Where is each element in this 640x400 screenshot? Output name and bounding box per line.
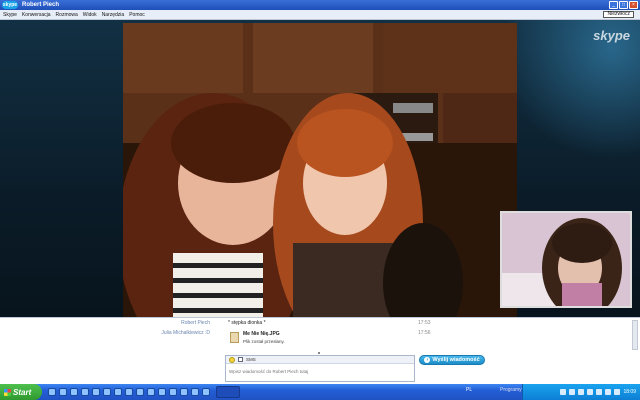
language-indicator[interactable]: PL — [466, 387, 472, 393]
clock[interactable]: 18:09 — [623, 389, 636, 395]
remote-video-feed[interactable] — [123, 23, 517, 317]
menu-bar: Skype Konwersacja Rozmowa Widok Narzędzi… — [0, 10, 640, 20]
system-tray: 18:09 — [522, 384, 640, 400]
video-call-area: skype — [0, 20, 640, 317]
compose-toolbar: SMS — [226, 356, 414, 364]
message-sender: Robert Piech — [181, 320, 210, 326]
quick-launch-icon[interactable] — [59, 388, 67, 396]
self-video-image — [502, 213, 630, 306]
send-icon: › — [424, 357, 431, 363]
chat-message: Julia Michalkiewicz :D 17:56 — [0, 330, 630, 339]
quick-launch-icon[interactable] — [158, 388, 166, 396]
quick-launch-icon[interactable] — [202, 388, 210, 396]
skype-watermark-logo: skype — [593, 28, 630, 43]
sms-label: SMS — [246, 357, 256, 362]
message-time: 17:53 — [418, 320, 431, 326]
quick-launch-icon[interactable] — [169, 388, 177, 396]
message-input[interactable] — [229, 367, 409, 375]
quick-launch-icon[interactable] — [136, 388, 144, 396]
skype-logo-icon: skype — [2, 1, 18, 9]
panel-resize-handle[interactable] — [318, 352, 320, 354]
quick-launch-icon[interactable] — [92, 388, 100, 396]
menu-skype[interactable]: Skype — [3, 12, 17, 18]
quick-launch-icon[interactable] — [48, 388, 56, 396]
sms-checkbox[interactable] — [238, 357, 243, 362]
minimize-icon[interactable]: _ — [609, 1, 618, 9]
file-name-link[interactable]: Me Nie Nię.JPG — [243, 331, 280, 337]
menu-narzedzia[interactable]: Narzędzia — [102, 12, 125, 18]
menu-rozmowa[interactable]: Rozmowa — [56, 12, 78, 18]
chat-message: Robert Piech * stępka dionka * 17:53 — [0, 320, 630, 329]
tray-icon[interactable] — [578, 389, 585, 395]
start-label: Start — [13, 387, 32, 397]
taskbar-window-button[interactable] — [216, 386, 240, 398]
send-message-button[interactable]: › Wyślij wiadomość — [419, 355, 485, 365]
window-controls: _ □ × — [609, 1, 638, 9]
message-text: * stępka dionka * — [228, 320, 266, 326]
quick-launch-icon[interactable] — [191, 388, 199, 396]
tray-icon[interactable] — [596, 389, 603, 395]
message-time: 17:56 — [418, 330, 431, 336]
emoticon-icon[interactable] — [229, 356, 235, 363]
quick-launch-icon[interactable] — [125, 388, 133, 396]
message-sender: Julia Michalkiewicz :D — [161, 330, 210, 336]
maximize-icon[interactable]: □ — [619, 1, 628, 9]
remote-video-image — [123, 23, 517, 317]
tray-icon[interactable] — [560, 389, 567, 395]
start-button[interactable]: Start — [0, 384, 42, 400]
message-compose-box: SMS — [225, 355, 415, 382]
quick-launch — [48, 388, 210, 396]
windows-taskbar: Start PL Programy 18:09 — [0, 384, 640, 400]
quick-launch-icon[interactable] — [180, 388, 188, 396]
tray-icon[interactable] — [587, 389, 594, 395]
menu-widok[interactable]: Widok — [83, 12, 97, 18]
self-video-preview[interactable] — [500, 211, 632, 308]
tray-icon[interactable] — [605, 389, 612, 395]
quick-launch-icon[interactable] — [103, 388, 111, 396]
menu-konwersacja[interactable]: Konwersacja — [22, 12, 51, 18]
window-title: Robert Piech — [22, 2, 60, 8]
quick-launch-icon[interactable] — [70, 388, 78, 396]
quick-launch-icon[interactable] — [147, 388, 155, 396]
chat-scrollbar[interactable] — [632, 320, 638, 350]
quick-launch-icon[interactable] — [81, 388, 89, 396]
send-button-label: Wyślij wiadomość — [432, 357, 480, 363]
programs-toolbar[interactable]: Programy — [500, 387, 522, 393]
image-file-icon[interactable] — [230, 332, 239, 343]
status-button[interactable]: Niezwłocz — [603, 11, 634, 18]
tray-icon[interactable] — [614, 389, 621, 395]
close-icon[interactable]: × — [629, 1, 638, 9]
title-bar: skype Robert Piech _ □ × — [0, 0, 640, 10]
file-transfer-status: Plik został przesłany. — [243, 339, 285, 344]
quick-launch-icon[interactable] — [114, 388, 122, 396]
tray-icon[interactable] — [569, 389, 576, 395]
windows-logo-icon — [4, 388, 11, 396]
chat-panel: Robert Piech * stępka dionka * 17:53 Jul… — [0, 317, 640, 384]
menu-pomoc[interactable]: Pomoc — [129, 12, 145, 18]
